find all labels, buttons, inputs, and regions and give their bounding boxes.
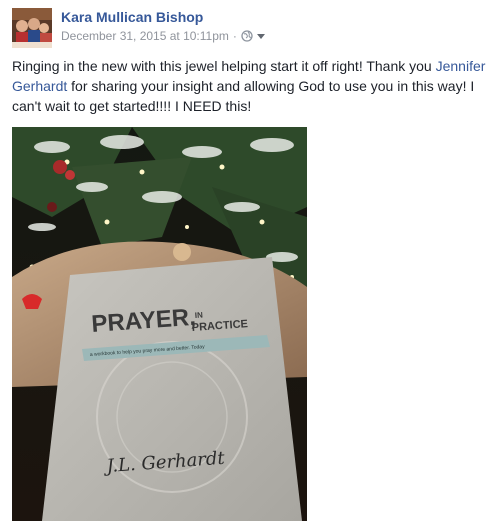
post-photo[interactable]: PRAYER, IN PRACTICE a workbook to help y… <box>12 127 307 521</box>
post-text-before: Ringing in the new with this jewel helpi… <box>12 58 436 74</box>
meta-separator: · <box>232 29 237 43</box>
chevron-down-icon <box>256 33 265 39</box>
globe-icon <box>241 30 253 42</box>
post-timestamp-link[interactable]: December 31, 2015 at 10:11pm <box>61 29 229 43</box>
post-text-after: for sharing your insight and allowing Go… <box>12 78 475 114</box>
book-cover: PRAYER, IN PRACTICE a workbook to help y… <box>42 257 302 521</box>
avatar[interactable] <box>12 8 52 48</box>
photo-image: PRAYER, IN PRACTICE a workbook to help y… <box>12 127 307 521</box>
privacy-selector[interactable] <box>241 30 265 42</box>
post-meta: December 31, 2015 at 10:11pm · <box>61 29 265 43</box>
post-text: Ringing in the new with this jewel helpi… <box>12 56 490 116</box>
post-header: Kara Mullican Bishop December 31, 2015 a… <box>12 8 492 48</box>
avatar-image <box>12 8 52 48</box>
book-title-in: IN <box>195 310 204 320</box>
author-name-link[interactable]: Kara Mullican Bishop <box>61 9 203 25</box>
